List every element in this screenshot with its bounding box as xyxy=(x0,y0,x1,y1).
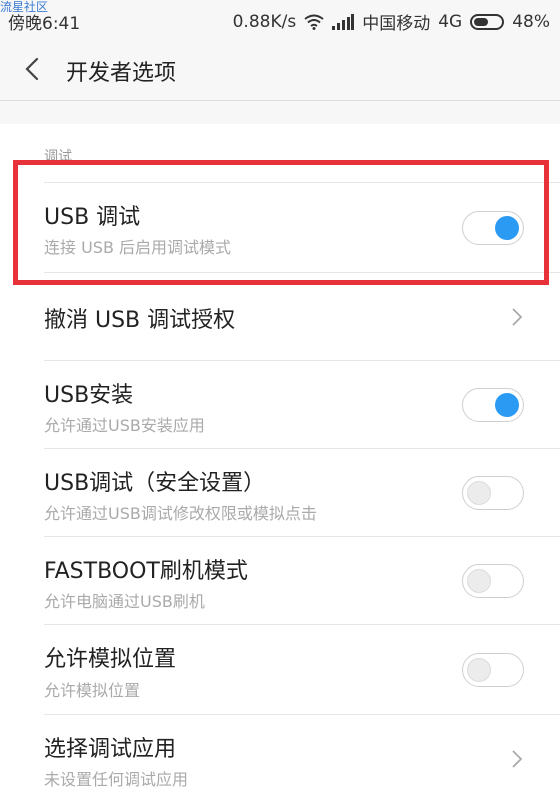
chevron-right-icon xyxy=(512,750,523,768)
setting-subtitle: 允许通过USB调试修改权限或模拟点击 xyxy=(44,504,317,523)
status-time: 傍晚6:41 xyxy=(8,14,81,34)
setting-row-usb-debug-security[interactable]: USB调试（安全设置） 允许通过USB调试修改权限或模拟点击 xyxy=(0,448,560,536)
setting-label: USB调试（安全设置） xyxy=(44,471,266,496)
page-title: 开发者选项 xyxy=(66,61,177,86)
signal-icon xyxy=(332,13,355,30)
usb-debug-security-toggle[interactable] xyxy=(462,476,524,510)
title-bar: 开发者选项 xyxy=(0,38,560,101)
battery-percent: 48% xyxy=(512,11,550,32)
chevron-right-icon xyxy=(512,308,523,326)
setting-row-revoke-usb-auth[interactable]: 撤消 USB 调试授权 xyxy=(0,272,560,360)
setting-subtitle: 允许通过USB安装应用 xyxy=(44,416,205,435)
setting-row-fastboot[interactable]: FASTBOOT刷机模式 允许电脑通过USB刷机 xyxy=(0,536,560,624)
setting-label: FASTBOOT刷机模式 xyxy=(44,559,248,584)
highlight-box xyxy=(13,160,549,285)
chevron-left-icon[interactable] xyxy=(20,56,46,82)
setting-subtitle: 未设置任何调试应用 xyxy=(44,770,189,789)
setting-subtitle: 允许模拟位置 xyxy=(44,681,141,700)
battery-icon xyxy=(470,13,505,30)
setting-row-mock-location[interactable]: 允许模拟位置 允许模拟位置 xyxy=(0,624,560,714)
status-right: 0.88K/s 中国移动 4G 48% xyxy=(232,9,550,35)
usb-install-toggle[interactable] xyxy=(462,388,524,422)
setting-label: 撤消 USB 调试授权 xyxy=(44,308,236,333)
setting-label: 选择调试应用 xyxy=(44,737,177,762)
carrier-name: 中国移动 xyxy=(362,14,431,34)
status-bar: 傍晚6:41 0.88K/s 中国移动 4G 48% xyxy=(0,0,560,38)
fastboot-toggle[interactable] xyxy=(462,564,524,598)
setting-label: 允许模拟位置 xyxy=(44,647,177,672)
mock-location-toggle[interactable] xyxy=(462,653,524,687)
network-type: 4G xyxy=(438,11,463,32)
network-speed: 0.88K/s xyxy=(232,11,297,32)
setting-row-usb-install[interactable]: USB安装 允许通过USB安装应用 xyxy=(0,360,560,448)
setting-label: USB安装 xyxy=(44,383,134,408)
setting-row-select-debug-app[interactable]: 选择调试应用 未设置任何调试应用 xyxy=(0,714,560,802)
wifi-icon xyxy=(304,14,324,30)
setting-subtitle: 允许电脑通过USB刷机 xyxy=(44,592,205,611)
